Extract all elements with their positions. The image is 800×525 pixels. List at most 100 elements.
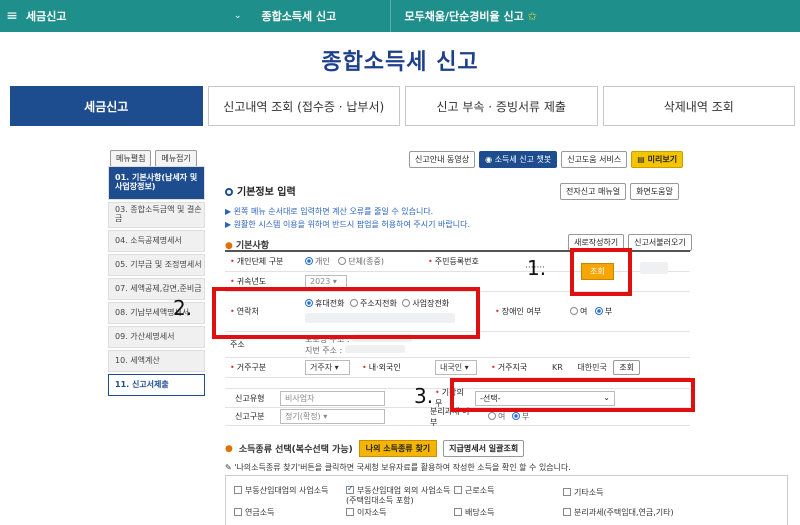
filing-type-select[interactable]: 비사업자 [280,390,385,406]
resident-label-text: 거주구분 [236,363,267,372]
income-rental-checkbox[interactable] [234,486,242,494]
form-row-residence: • 거주구분 거주자 ▾ • 내·외국인 내국인 ▾ • 거주지국 KR 대한민국 조… [225,358,690,378]
income-dividend-label: 배당소득 [465,508,495,517]
separate-tax-radio-group: 여 부 [488,411,529,422]
tab-tax-filing[interactable]: 세금신고 [10,86,203,126]
sidebar-item-deductions[interactable]: 04. 소득공제명세서 [108,230,205,252]
menu-collapse-button[interactable]: 메뉴접기 [155,150,197,167]
main-tabs: 세금신고 신고내역 조회 (접수증 · 납부서) 신고 부속 · 증빙서류 제출… [10,86,795,126]
income-wage-checkbox[interactable] [454,486,462,494]
disabled-no-radio[interactable] [594,307,603,315]
favorite-star-icon[interactable]: ✩ [528,10,537,23]
type-radio-group: 개인 단체(종중) [305,256,413,267]
guide-video-button[interactable]: 신고안내 동영상 [409,151,476,168]
type-individual-radio[interactable] [305,257,313,265]
separate-no-radio[interactable] [511,412,520,420]
find-income-button[interactable]: 나의 소득종류 찾기 [358,440,438,457]
manual-buttons: 전자신고 매뉴얼 화면도움말 [560,183,679,200]
breadcrumb-label: 종합소득세 신고 [261,10,337,23]
address-label: 주소 [230,340,245,349]
type-group-radio[interactable] [338,257,347,265]
region-lookup-button[interactable]: 조회 [613,360,641,375]
preview-button[interactable]: ▤ 미리보기 [631,151,684,168]
income-dividend-checkbox[interactable] [454,508,462,516]
region-label-text: 거주지국 [497,363,528,372]
sidebar-item-donations[interactable]: 05. 기부금 및 조정명세서 [108,254,205,276]
disabled-label-text: 장애인 여부 [501,307,542,316]
income-item-business[interactable]: 부동산임대업 외의 사업소득 (주택임대소득 포함) [346,484,456,506]
type-label: • 개인단체 구분 [230,257,284,266]
chatbot-button[interactable]: ◉ 소득세 신고 챗봇 [479,151,558,168]
menu-expand-button[interactable]: 메뉴펼침 [110,150,152,167]
sidebar-item-tax-calc[interactable]: 10. 세액계산 [108,350,205,372]
income-pension-checkbox[interactable] [234,508,242,516]
income-business-checkbox[interactable] [346,484,354,494]
income-item-rental[interactable]: 부동산임대업의 사업소득 [234,486,329,496]
income-separate-label: 분리과세(주택임대,연금,기타) [574,508,674,517]
resident-label: • 거주구분 [230,363,267,372]
income-interest-label: 이자소득 [357,508,387,517]
pencil-icon: ✎ [225,463,235,472]
address-lot-label: 지번 주소 : [305,345,343,355]
preview-label: 미리보기 [647,155,678,164]
section-title-text: 기본정보 입력 [237,187,296,198]
breadcrumb-income-tax[interactable]: 종합소득세 신고 [250,0,390,32]
filing-class-select[interactable]: 정기(확정) ▾ [280,409,385,424]
sidebar-item-penalty[interactable]: 09. 가산세명세서 [108,326,205,348]
breadcrumb-tax-filing[interactable]: 세금신고 [24,0,214,32]
income-item-dividend[interactable]: 배당소득 [454,508,494,518]
chevron-down-icon[interactable]: ⌄ [234,11,242,21]
income-note-text: '나의소득종류 찾기'버튼을 클릭하면 국세청 보유자료를 활용하여 작성한 소… [234,463,571,472]
chatbot-icon: ◉ [485,155,495,164]
highlight-box-contact [212,287,480,339]
income-item-separate[interactable]: 분리과세(주택임대,연금,기타) [563,508,674,518]
disabled-yes-radio[interactable] [570,307,578,315]
income-interest-checkbox[interactable] [346,508,354,516]
annotation-number-2: 2. [173,296,193,320]
nation-label: • 내·외국인 [362,363,401,372]
section-title: 기본정보 입력 [225,183,296,198]
document-icon: ▤ [637,155,648,164]
separate-yes-radio[interactable] [488,412,496,420]
income-other-checkbox[interactable] [563,488,571,496]
note-popup: ▶ 원활한 시스템 이용을 위하여 반드시 팝업을 허용하여 주시기 바랍니다. [225,220,471,229]
bulk-statement-button[interactable]: 지급명세서 일괄조회 [443,440,525,457]
filing-help-button[interactable]: 신고도움 서비스 [561,151,628,168]
income-item-pension[interactable]: 연금소득 [234,508,274,518]
income-type-box: 부동산임대업의 사업소득 부동산임대업 외의 사업소득 (주택임대소득 포함) … [225,475,788,525]
tab-deletion-history[interactable]: 삭제내역 조회 [602,86,795,126]
sidebar-item-submit[interactable]: 11. 신고서제출 [108,374,205,396]
income-item-other[interactable]: 기타소득 [563,488,603,498]
income-business-label: 부동산임대업 외의 사업소득 (주택임대소득 포함) [346,486,451,505]
type-group-label: 단체(종중) [348,257,384,266]
income-pension-label: 연금소득 [245,508,275,517]
sidebar-item-basic-info[interactable]: 01. 기본사항(납세자 및 사업장정보) [108,166,205,200]
hamburger-menu-icon[interactable]: ≡ [0,8,24,24]
income-separate-checkbox[interactable] [563,508,571,516]
sidebar-item-income-amount[interactable]: 03. 종합소득금액 및 결손금 [108,202,205,228]
tab-document-submit[interactable]: 신고 부속 · 증빙서류 제출 [405,86,598,126]
nation-select-value: 내국인 [440,363,463,372]
nation-select[interactable]: 내국인 ▾ [435,360,477,375]
load-filing-button[interactable]: 신고서불러오기 [628,234,692,251]
disabled-label: • 장애인 여부 [495,307,542,316]
page-title: 종합소득세 신고 [321,50,479,75]
breadcrumb-prefilled-filing[interactable]: 모두채움/단순경비율 신고 ✩ [391,0,537,32]
income-other-label: 기타소득 [574,488,604,497]
highlight-box-lookup [570,248,632,296]
disabled-yes-label: 여 [580,307,588,316]
annotation-number-1: 1. [527,256,547,280]
income-item-interest[interactable]: 이자소득 [346,508,386,518]
income-item-wage[interactable]: 근로소득 [454,486,494,496]
year-label: • 귀속년도 [230,277,267,286]
tab-filing-history[interactable]: 신고내역 조회 (접수증 · 납부서) [207,86,400,126]
address-lot-value [344,344,405,353]
resident-select[interactable]: 거주자 ▾ [305,360,350,375]
e-filing-manual-button[interactable]: 전자신고 매뉴얼 [560,183,627,200]
rrn-label-text: 주민등록번호 [434,257,479,266]
year-label-text: 귀속년도 [236,277,267,286]
screen-help-button[interactable]: 화면도움말 [630,183,679,200]
resident-select-value: 거주자 [310,363,333,372]
separate-no-label: 부 [521,412,530,421]
income-type-title: 소득종류 선택(복수선택 가능) [238,445,353,455]
